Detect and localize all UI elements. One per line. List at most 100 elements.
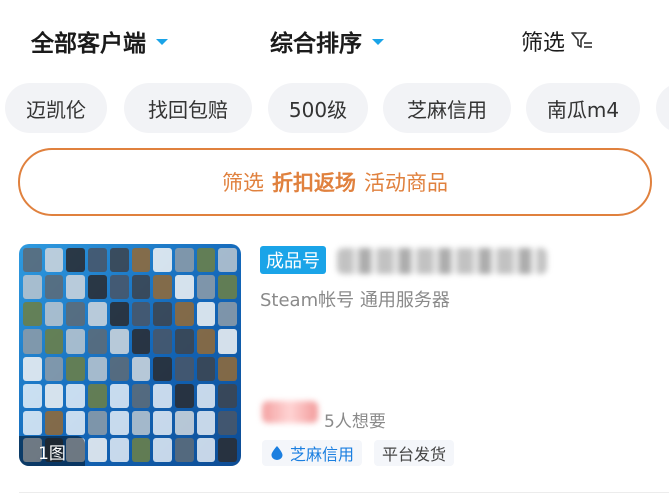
chip-label: 500级	[288, 97, 348, 122]
collage-tile	[44, 302, 64, 327]
sort-dropdown[interactable]: 综合排序	[270, 24, 384, 58]
collage-tile	[23, 356, 42, 381]
collage-tile	[153, 383, 172, 408]
chevron-down-icon	[372, 39, 384, 45]
collage-tile	[44, 275, 64, 300]
collage-tile	[153, 248, 172, 273]
collage-tile	[66, 356, 86, 381]
promo-prefix: 筛选	[222, 171, 264, 195]
badge-label: 平台发货	[382, 445, 447, 464]
promo-suffix: 活动商品	[364, 171, 448, 195]
collage-tile	[88, 329, 107, 354]
collage-tile	[23, 329, 42, 354]
collage-tile	[44, 329, 64, 354]
collage-tile	[153, 356, 172, 381]
collage-tile	[23, 302, 42, 327]
collage-tile	[88, 248, 107, 273]
drop-icon	[271, 446, 283, 460]
collage-tile	[131, 275, 151, 300]
chip-recovery-guarantee[interactable]: 找回包赔	[124, 83, 252, 133]
item-collage	[23, 248, 237, 462]
collage-tile	[88, 383, 107, 408]
collage-tile	[109, 329, 129, 354]
listing-badges: 芝麻信用 平台发货	[262, 440, 466, 466]
chip-pumpkin-m4[interactable]: 南瓜m4	[526, 83, 640, 133]
discount-promo-banner[interactable]: 筛选 折扣返场 活动商品	[18, 148, 652, 216]
collage-tile	[131, 410, 151, 435]
wants-count: 5人想要	[324, 412, 386, 432]
sort-label: 综合排序	[270, 31, 362, 57]
collage-tile	[218, 248, 237, 273]
client-filter-label: 全部客户端	[31, 31, 146, 57]
collage-tile	[153, 302, 172, 327]
collage-tile	[66, 248, 86, 273]
collage-tile	[131, 356, 151, 381]
chevron-down-icon	[156, 39, 168, 45]
collage-tile	[66, 275, 86, 300]
collage-tile	[109, 437, 129, 462]
listing-subtitle: Steam帐号 通用服务器	[260, 290, 450, 311]
collage-tile	[109, 356, 129, 381]
top-filter-bar: 全部客户端 综合排序 筛选	[0, 0, 669, 80]
collage-tile	[174, 275, 194, 300]
collage-tile	[196, 383, 216, 408]
chip-partial[interactable]	[656, 83, 669, 133]
collage-tile	[218, 329, 237, 354]
sesame-credit-badge: 芝麻信用	[262, 440, 363, 466]
collage-tile	[153, 410, 172, 435]
collage-tile	[88, 302, 107, 327]
ready-account-tag: 成品号	[260, 246, 326, 274]
collage-tile	[23, 248, 42, 273]
collage-tile	[153, 329, 172, 354]
promo-highlight: 折扣返场	[272, 171, 356, 195]
collage-tile	[44, 410, 64, 435]
collage-tile	[109, 383, 129, 408]
collage-tile	[109, 275, 129, 300]
divider	[19, 492, 669, 493]
collage-tile	[23, 383, 42, 408]
collage-tile	[88, 275, 107, 300]
image-count-badge: 1图	[19, 436, 85, 466]
collage-tile	[174, 302, 194, 327]
collage-tile	[131, 248, 151, 273]
collage-tile	[66, 410, 86, 435]
collage-tile	[218, 410, 237, 435]
collage-tile	[23, 275, 42, 300]
collage-tile	[196, 329, 216, 354]
platform-delivery-badge: 平台发货	[374, 440, 455, 466]
chip-label: 迈凯伦	[26, 97, 86, 122]
collage-tile	[218, 302, 237, 327]
collage-tile	[66, 383, 86, 408]
chip-label: 南瓜m4	[546, 97, 620, 122]
collage-tile	[88, 437, 107, 462]
collage-tile	[131, 437, 151, 462]
collage-tile	[174, 437, 194, 462]
filter-icon	[571, 32, 593, 48]
client-filter-dropdown[interactable]: 全部客户端	[31, 24, 168, 58]
collage-tile	[218, 437, 237, 462]
collage-tile	[153, 437, 172, 462]
collage-tile	[174, 410, 194, 435]
collage-tile	[88, 410, 107, 435]
collage-tile	[196, 437, 216, 462]
collage-tile	[218, 356, 237, 381]
collage-tile	[23, 410, 42, 435]
chip-label: 芝麻信用	[407, 97, 487, 122]
chip-sesame-credit[interactable]: 芝麻信用	[383, 83, 511, 133]
collage-tile	[44, 356, 64, 381]
chip-mclaren[interactable]: 迈凯伦	[5, 83, 107, 133]
filter-button[interactable]: 筛选	[521, 25, 593, 57]
collage-tile	[174, 329, 194, 354]
collage-tile	[174, 248, 194, 273]
listing-card[interactable]: 1图 成品号 Steam帐号 通用服务器 5人想要 芝麻信用 平台发货	[0, 236, 669, 496]
collage-tile	[109, 248, 129, 273]
collage-tile	[153, 275, 172, 300]
badge-label: 芝麻信用	[290, 445, 355, 464]
collage-tile	[196, 410, 216, 435]
blurred-price	[262, 401, 318, 423]
collage-tile	[196, 356, 216, 381]
listing-thumbnail[interactable]: 1图	[19, 244, 241, 466]
chip-level-500[interactable]: 500级	[268, 83, 368, 133]
collage-tile	[66, 302, 86, 327]
collage-tile	[218, 383, 237, 408]
